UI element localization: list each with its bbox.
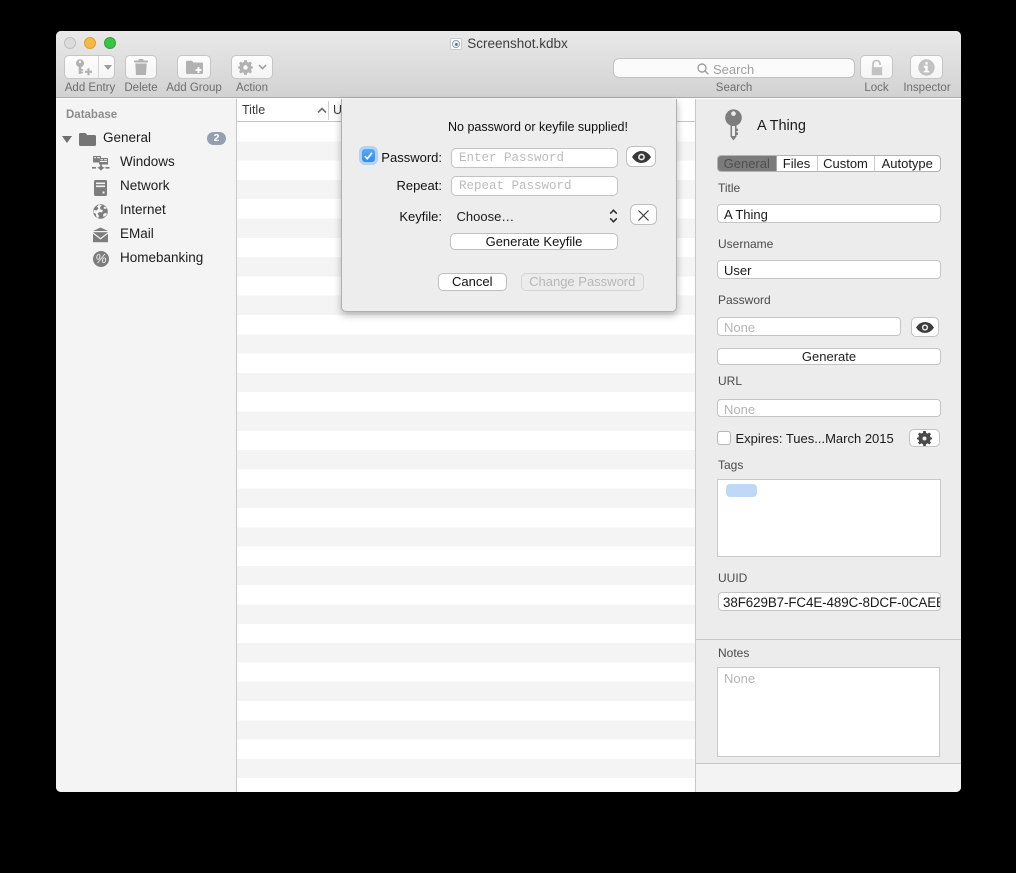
svg-text:%: %	[95, 252, 106, 266]
